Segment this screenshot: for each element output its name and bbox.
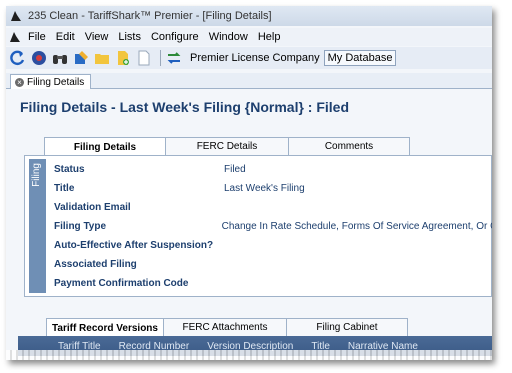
- tab-comments[interactable]: Comments: [288, 137, 410, 155]
- auto-effective-label: Auto-Effective After Suspension?: [54, 239, 214, 251]
- tab-ferc-attachments[interactable]: FERC Attachments: [163, 318, 287, 336]
- records-tab-strip: Tariff Record Versions FERC Attachments …: [46, 318, 408, 337]
- status-label: Status: [54, 163, 85, 175]
- document-tab-strip: × Filing Details: [6, 73, 492, 89]
- field-row-validation-email: Validation Email: [54, 198, 492, 216]
- application-window: 235 Clean - TariffShark™ Premier - [Fili…: [6, 6, 492, 360]
- menu-window[interactable]: Window: [204, 31, 253, 43]
- globe-icon: [32, 51, 46, 65]
- torn-edge: [6, 350, 492, 360]
- folder-icon: [95, 54, 109, 64]
- menu-view[interactable]: View: [80, 31, 114, 43]
- title-value[interactable]: Last Week's Filing: [224, 183, 305, 194]
- field-row-auto-effective: Auto-Effective After Suspension?: [54, 236, 492, 254]
- database-label[interactable]: My Database: [323, 50, 397, 66]
- folder-button[interactable]: [93, 49, 111, 67]
- field-row-status: Status Filed: [54, 160, 492, 178]
- new-document-button[interactable]: [114, 49, 132, 67]
- details-tab-strip: Filing Details FERC Details Comments: [44, 137, 410, 156]
- title-bar: 235 Clean - TariffShark™ Premier - [Fili…: [6, 6, 492, 26]
- edit-button[interactable]: [72, 49, 90, 67]
- page-title: Filing Details - Last Week's Filing {Nor…: [20, 99, 350, 115]
- menu-bar: File Edit View Lists Configure Window He…: [6, 28, 492, 46]
- refresh-icon: [10, 50, 25, 66]
- validation-email-label: Validation Email: [54, 201, 131, 213]
- filing-type-label: Filing Type: [54, 220, 107, 232]
- tab-tariff-record-versions[interactable]: Tariff Record Versions: [46, 318, 164, 337]
- field-row-title: Title Last Week's Filing: [54, 179, 492, 197]
- tab-filing-cabinet[interactable]: Filing Cabinet: [286, 318, 408, 336]
- menu-lists[interactable]: Lists: [113, 31, 146, 43]
- title-label: Title: [54, 182, 75, 194]
- toolbar: Premier License Company My Database: [6, 47, 492, 69]
- filing-section-text: Filing: [31, 163, 42, 187]
- binoculars-icon: [53, 55, 67, 64]
- filing-type-value[interactable]: Change In Rate Schedule, Forms Of Servic…: [222, 221, 492, 232]
- switch-company-button[interactable]: [165, 49, 183, 67]
- payment-code-label: Payment Confirmation Code: [54, 277, 189, 289]
- document-tab-filing-details[interactable]: × Filing Details: [10, 74, 92, 89]
- field-row-filing-type: Filing Type Change In Rate Schedule, For…: [54, 217, 492, 235]
- filing-section-label: Filing: [29, 159, 46, 293]
- tab-ferc-details[interactable]: FERC Details: [165, 137, 289, 155]
- tab-filing-details[interactable]: Filing Details: [44, 137, 166, 156]
- switch-arrows-icon: [167, 52, 181, 64]
- document-tab-label: Filing Details: [27, 76, 85, 88]
- close-icon[interactable]: ×: [15, 77, 24, 87]
- blank-document-button[interactable]: [135, 49, 153, 67]
- filing-details-panel: Filing Status Filed Title Last Week's Fi…: [24, 155, 492, 297]
- home-button[interactable]: [30, 49, 48, 67]
- pencil-book-icon: [75, 51, 88, 64]
- associated-filing-label: Associated Filing: [54, 258, 137, 270]
- menu-edit[interactable]: Edit: [51, 31, 80, 43]
- menu-configure[interactable]: Configure: [146, 31, 204, 43]
- menu-help[interactable]: Help: [253, 31, 286, 43]
- field-row-payment-code: Payment Confirmation Code: [54, 274, 492, 292]
- menu-file[interactable]: File: [23, 31, 51, 43]
- refresh-button[interactable]: [9, 49, 27, 67]
- company-label[interactable]: Premier License Company: [186, 50, 324, 66]
- status-value[interactable]: Filed: [224, 164, 246, 175]
- field-row-associated-filing: Associated Filing: [54, 255, 492, 273]
- window-title: 235 Clean - TariffShark™ Premier - [Fili…: [28, 10, 272, 22]
- search-button[interactable]: [51, 49, 69, 67]
- new-document-icon: [118, 51, 129, 65]
- blank-document-icon: [138, 50, 150, 66]
- app-menu-icon[interactable]: [9, 31, 21, 43]
- app-logo-icon: [11, 11, 21, 21]
- toolbar-separator: [160, 50, 161, 66]
